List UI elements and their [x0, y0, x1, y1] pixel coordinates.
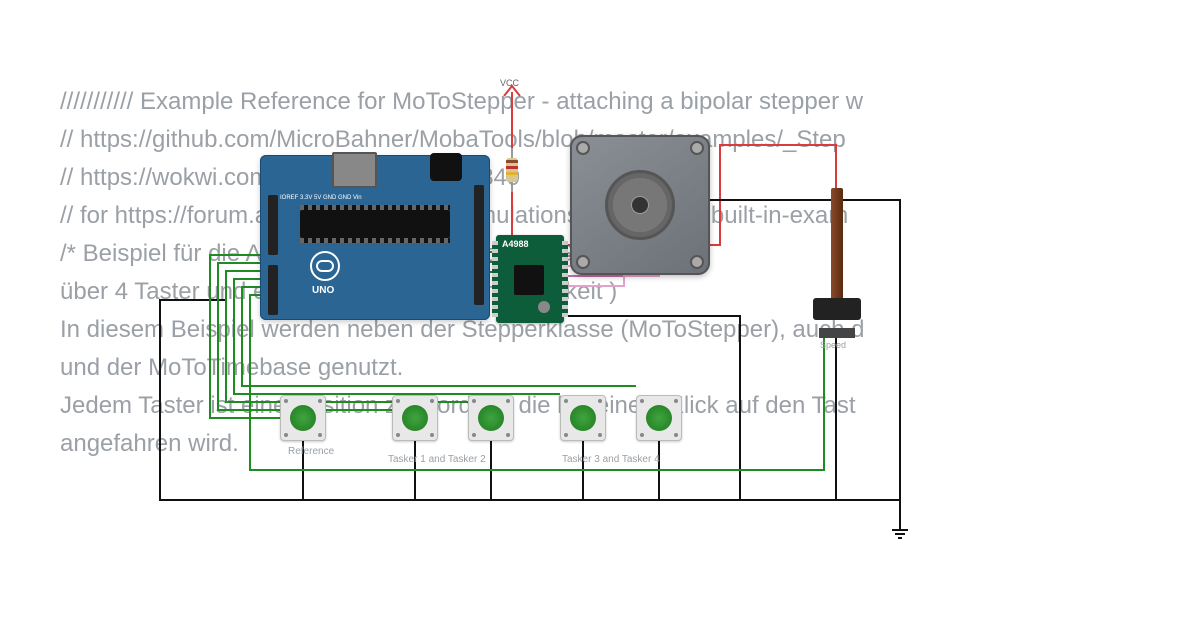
code-line: /////////// Example Reference for MoToSt…: [60, 84, 1200, 120]
code-line: Jedem Taster ist eine Position zugeordne…: [60, 388, 1200, 424]
code-line: /* Beispiel für die Ansteuerung eines bi…: [60, 236, 1200, 272]
code-line: // https://wokwi.com/projects/410122 668…: [60, 160, 1200, 196]
source-code-overlay: /////////// Example Reference for MoToSt…: [60, 84, 1200, 464]
code-line: // https://github.com/MicroBahner/MobaTo…: [60, 122, 1200, 158]
code-line: und der MoToTimebase genutzt.: [60, 350, 1200, 386]
code-line: In diesem Beispiel werden neben der Step…: [60, 312, 1200, 348]
code-line: angefahren wird.: [60, 426, 1200, 462]
code-line: über 4 Taster und ein Poti ( für die Ges…: [60, 274, 1200, 310]
code-line: // for https://forum.arduino.cc/t/wokwi-…: [60, 198, 1200, 234]
